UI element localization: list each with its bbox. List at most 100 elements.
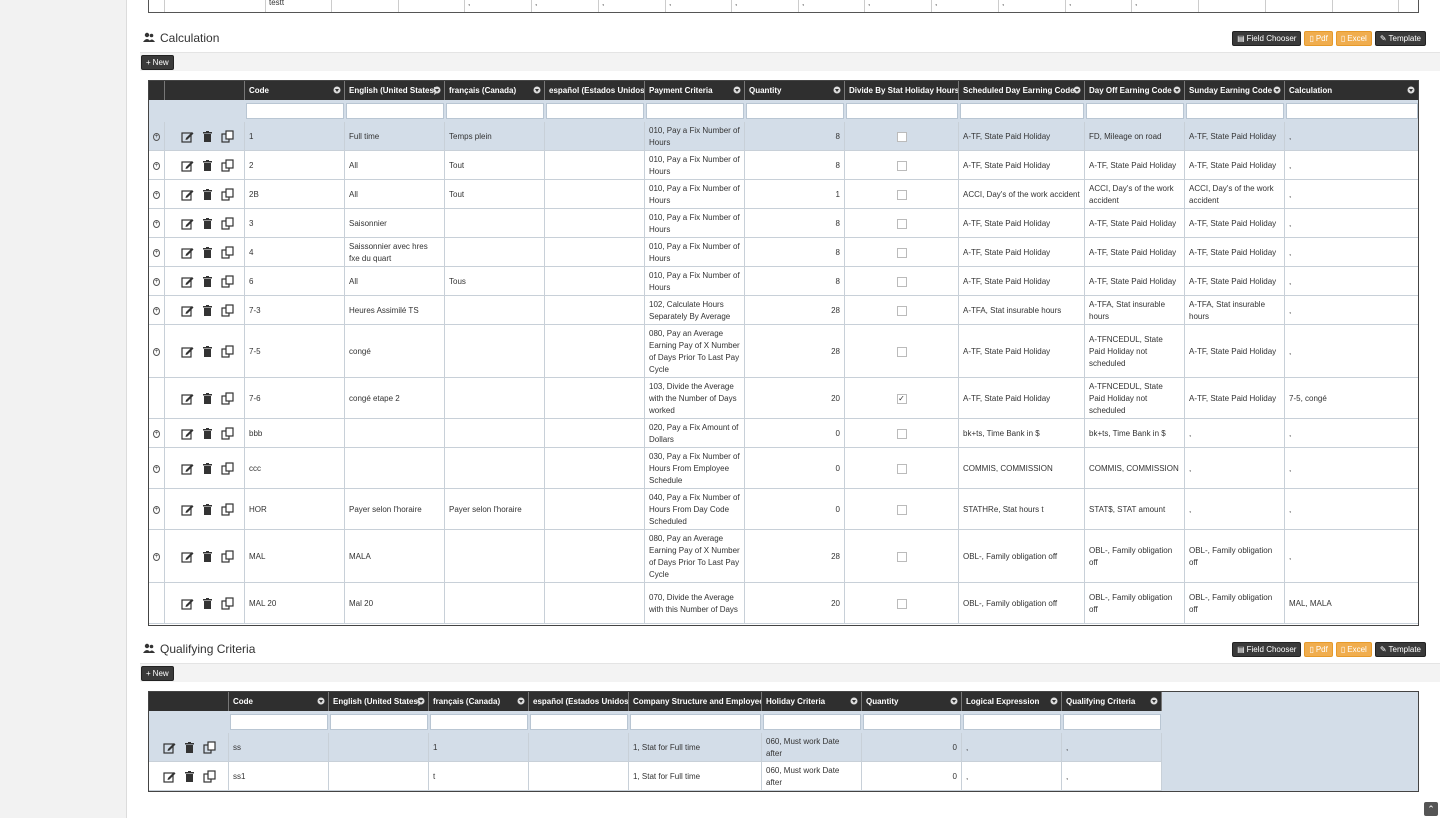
copy-icon[interactable]: [221, 462, 234, 475]
sort-filter-icon[interactable]: [1273, 86, 1281, 94]
edit-icon[interactable]: [163, 741, 176, 754]
copy-icon[interactable]: [221, 275, 234, 288]
expand-icon[interactable]: +: [153, 190, 160, 199]
column-header[interactable]: Divide By Stat Holiday Hours: [845, 81, 959, 100]
expand-icon[interactable]: +: [153, 552, 160, 561]
table-row[interactable]: MAL 20 Mal 20 070, Divide the Average with…: [149, 583, 1418, 624]
edit-icon[interactable]: [181, 304, 194, 317]
copy-icon[interactable]: [221, 246, 234, 259]
filter-input[interactable]: [230, 714, 328, 730]
trash-icon[interactable]: [201, 597, 214, 610]
column-header[interactable]: English (United States): [329, 692, 429, 711]
checkbox[interactable]: [896, 189, 907, 200]
edit-icon[interactable]: [181, 246, 194, 259]
checkbox[interactable]: [896, 463, 907, 474]
trash-icon[interactable]: [201, 392, 214, 405]
column-header[interactable]: Qualifying Criteria: [1062, 692, 1162, 711]
trash-icon[interactable]: [201, 130, 214, 143]
expand-icon[interactable]: +: [153, 505, 160, 514]
table-row[interactable]: +3 Saisonnier 010, Pay a Fix Number of Hou…: [149, 209, 1418, 238]
expand-icon[interactable]: +: [153, 306, 160, 315]
column-header[interactable]: Calculation: [1285, 81, 1418, 100]
table-row[interactable]: + bbb 020, Pay a Fix Amount of Dollars 0 bk+…: [149, 419, 1418, 448]
new-button[interactable]: + New: [141, 55, 174, 70]
copy-icon[interactable]: [221, 597, 234, 610]
sort-filter-icon[interactable]: [517, 697, 525, 705]
checkbox[interactable]: [896, 346, 907, 357]
copy-icon[interactable]: [221, 392, 234, 405]
sort-filter-icon[interactable]: [317, 697, 325, 705]
copy-icon[interactable]: [221, 345, 234, 358]
table-row[interactable]: + ccc 030, Pay a Fix Number of Hours From …: [149, 448, 1418, 489]
sort-filter-icon[interactable]: [1073, 86, 1081, 94]
expand-icon[interactable]: +: [153, 248, 160, 257]
sort-filter-icon[interactable]: [333, 86, 341, 94]
edit-icon[interactable]: [181, 130, 194, 143]
copy-icon[interactable]: [221, 130, 234, 143]
trash-icon[interactable]: [201, 345, 214, 358]
table-row[interactable]: +2B All Tout 010, Pay a Fix Number of Hours…: [149, 180, 1418, 209]
copy-icon[interactable]: [221, 217, 234, 230]
expand-icon[interactable]: +: [153, 347, 160, 356]
checkbox[interactable]: [896, 504, 907, 515]
edit-icon[interactable]: [181, 159, 194, 172]
table-row[interactable]: + HOR Payer selon l'horaire Payer selon l'h…: [149, 489, 1418, 530]
edit-icon[interactable]: [181, 597, 194, 610]
excel-button[interactable]: ▯ Excel: [1335, 642, 1372, 657]
table-row[interactable]: ss1 t 1, Stat for Full time 060, Must work …: [149, 762, 1162, 791]
edit-icon[interactable]: [181, 217, 194, 230]
checkbox[interactable]: [896, 428, 907, 439]
sort-filter-icon[interactable]: [733, 86, 741, 94]
trash-icon[interactable]: [201, 159, 214, 172]
filter-input[interactable]: [963, 714, 1061, 730]
table-row[interactable]: 7-6 congé etape 2 103, Divide the Average …: [149, 378, 1418, 419]
sort-filter-icon[interactable]: [433, 86, 441, 94]
column-header[interactable]: Payment Criteria: [645, 81, 745, 100]
column-header[interactable]: español (Estados Unidos): [529, 692, 629, 711]
sort-filter-icon[interactable]: [1173, 86, 1181, 94]
copy-icon[interactable]: [221, 188, 234, 201]
filter-input[interactable]: [763, 714, 861, 730]
filter-input[interactable]: [530, 714, 628, 730]
filter-input[interactable]: [960, 103, 1084, 119]
copy-icon[interactable]: [203, 741, 216, 754]
column-header[interactable]: Scheduled Day Earning Code: [959, 81, 1085, 100]
checkbox[interactable]: [896, 247, 907, 258]
filter-input[interactable]: [863, 714, 961, 730]
column-header[interactable]: Code: [245, 81, 345, 100]
sort-filter-icon[interactable]: [950, 697, 958, 705]
expand-icon[interactable]: +: [153, 464, 160, 473]
filter-input[interactable]: [330, 714, 428, 730]
copy-icon[interactable]: [221, 550, 234, 563]
checkbox[interactable]: [896, 305, 907, 316]
expand-icon[interactable]: +: [153, 161, 160, 170]
field-chooser-button[interactable]: ▤ Field Chooser: [1232, 31, 1302, 46]
edit-icon[interactable]: [181, 275, 194, 288]
filter-input[interactable]: [430, 714, 528, 730]
table-row[interactable]: ss 1 1, Stat for Full time 060, Must work D…: [149, 733, 1162, 762]
trash-icon[interactable]: [201, 246, 214, 259]
trash-icon[interactable]: [183, 741, 196, 754]
checkbox[interactable]: ✓: [896, 393, 907, 404]
sort-filter-icon[interactable]: [1150, 697, 1158, 705]
sort-filter-icon[interactable]: [850, 697, 858, 705]
filter-input[interactable]: [446, 103, 544, 119]
trash-icon[interactable]: [201, 462, 214, 475]
trash-icon[interactable]: [201, 304, 214, 317]
trash-icon[interactable]: [201, 427, 214, 440]
column-header[interactable]: Day Off Earning Code: [1085, 81, 1185, 100]
filter-input[interactable]: [1186, 103, 1284, 119]
column-header[interactable]: Code: [229, 692, 329, 711]
pdf-button[interactable]: ▯ Pdf: [1304, 31, 1333, 46]
edit-icon[interactable]: [163, 770, 176, 783]
column-header[interactable]: Holiday Criteria: [762, 692, 862, 711]
copy-icon[interactable]: [203, 770, 216, 783]
trash-icon[interactable]: [201, 275, 214, 288]
column-header[interactable]: Logical Expression: [962, 692, 1062, 711]
copy-icon[interactable]: [221, 159, 234, 172]
sort-filter-icon[interactable]: [533, 86, 541, 94]
edit-icon[interactable]: [181, 503, 194, 516]
checkbox[interactable]: [896, 131, 907, 142]
table-row[interactable]: +1 Full time Temps plein 010, Pay a Fix Num…: [149, 122, 1418, 151]
sort-filter-icon[interactable]: [833, 86, 841, 94]
